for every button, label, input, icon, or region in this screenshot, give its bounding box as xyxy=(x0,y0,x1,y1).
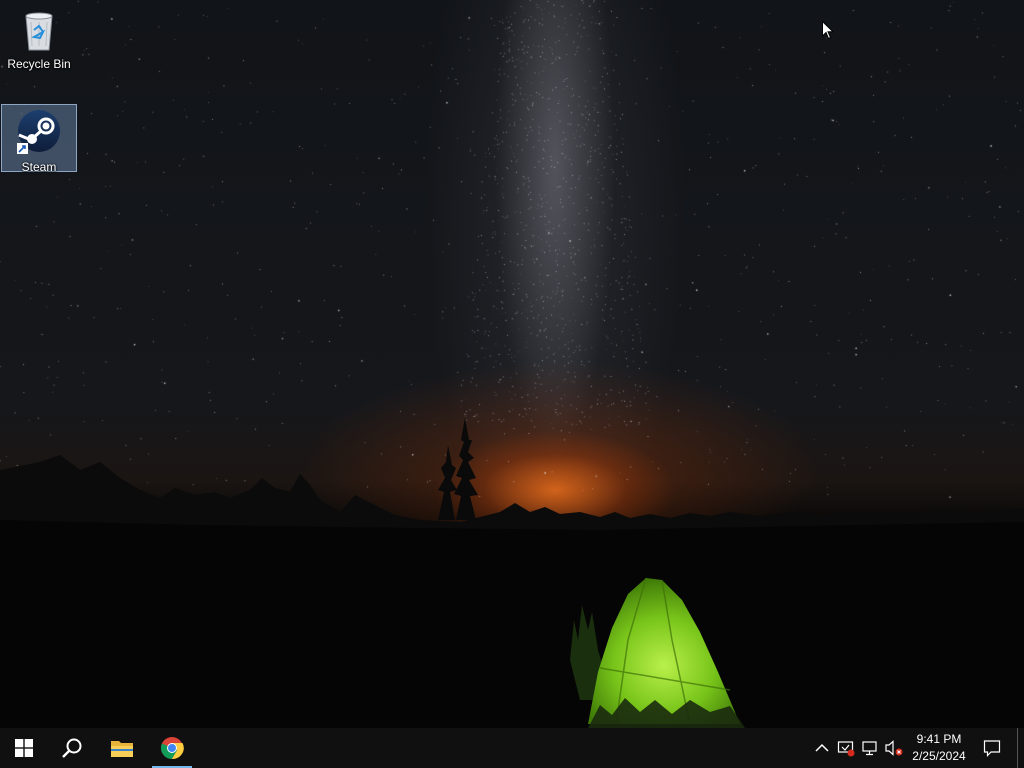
taskbar-google-chrome[interactable] xyxy=(148,728,196,768)
desktop-icon-label: Recycle Bin xyxy=(7,57,71,71)
tray-volume[interactable] xyxy=(884,738,904,758)
taskbar-file-explorer[interactable] xyxy=(98,728,146,768)
taskbar-clock[interactable]: 9:41 PM 2/25/2024 xyxy=(904,730,974,766)
chrome-icon xyxy=(161,737,184,760)
desktop-icon-steam[interactable]: Steam xyxy=(1,104,77,174)
pine-tree xyxy=(438,445,457,520)
steam-icon xyxy=(17,110,60,154)
windows-logo-icon xyxy=(15,739,33,757)
clock-date: 2/25/2024 xyxy=(912,749,966,763)
search-button[interactable] xyxy=(48,728,96,768)
search-icon xyxy=(62,738,82,758)
network-disconnected-icon xyxy=(862,741,877,756)
chevron-up-icon xyxy=(815,743,829,752)
desktop-icon-label: Steam xyxy=(21,160,57,174)
desktop-background[interactable]: Recycle Bin Steam xyxy=(0,0,1024,728)
tray-network[interactable] xyxy=(860,738,880,758)
folder-icon xyxy=(111,741,133,757)
taskbar: 9:41 PM 2/25/2024 xyxy=(0,728,1024,768)
show-desktop-button[interactable] xyxy=(1017,728,1024,768)
tray-security[interactable] xyxy=(836,738,856,758)
pine-tree xyxy=(454,418,478,520)
desktop-icon-recycle-bin[interactable]: Recycle Bin xyxy=(1,4,77,72)
mouse-cursor-icon xyxy=(822,21,834,40)
volume-muted-icon xyxy=(885,740,903,756)
show-hidden-icons-button[interactable] xyxy=(812,738,832,758)
start-button[interactable] xyxy=(0,728,48,768)
security-alert-icon xyxy=(837,741,855,757)
clock-time: 9:41 PM xyxy=(916,732,962,746)
foreground-ground xyxy=(0,520,1024,728)
action-center-icon xyxy=(983,740,1001,757)
action-center-button[interactable] xyxy=(978,728,1006,768)
wallpaper-landscape xyxy=(0,418,1024,728)
recycle-bin-icon xyxy=(25,12,53,51)
